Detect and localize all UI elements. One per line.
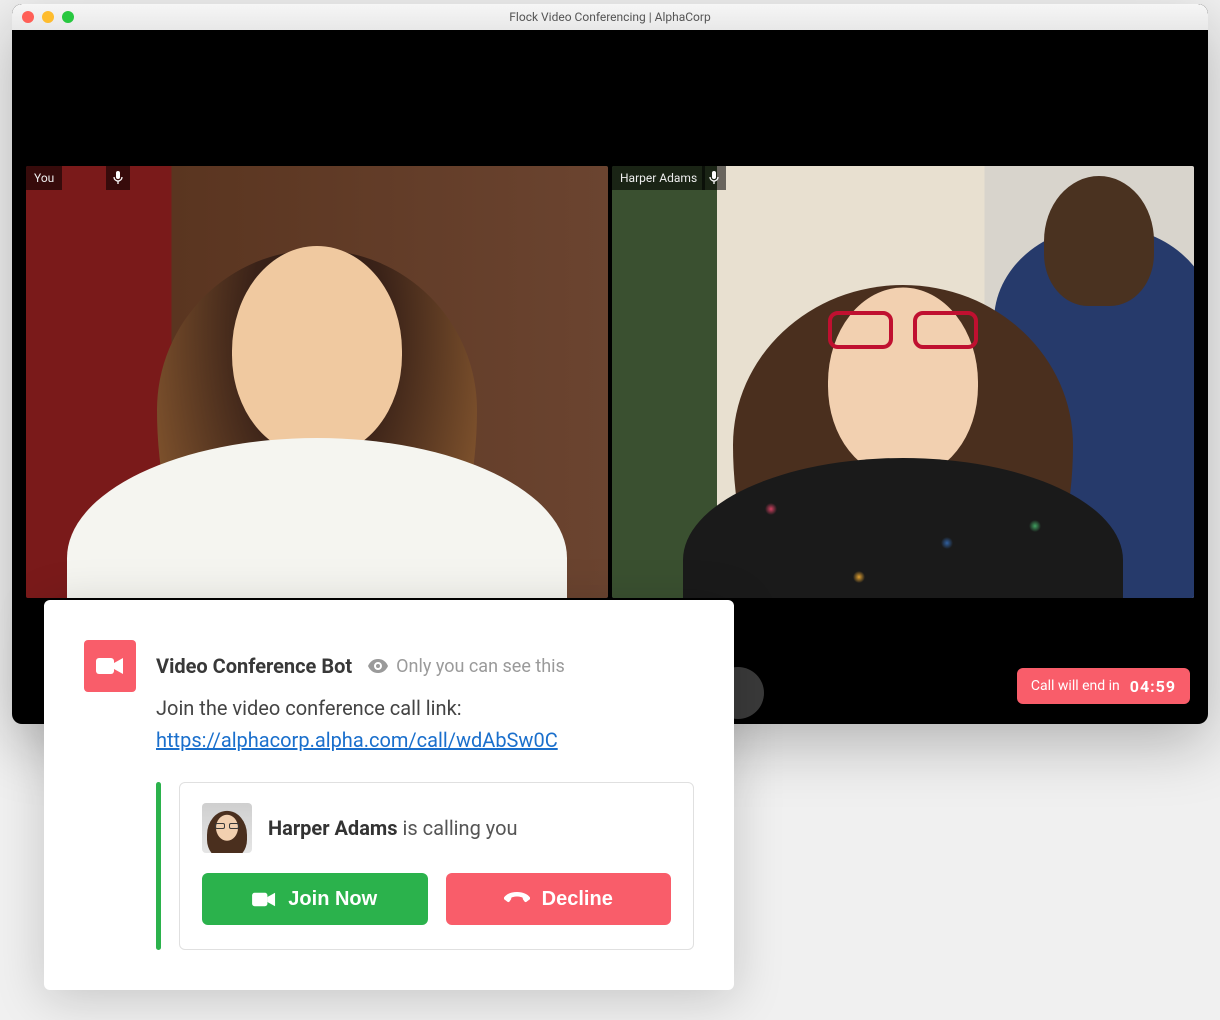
microphone-icon[interactable]: [106, 166, 130, 190]
eye-icon: [368, 659, 388, 673]
participant-name: You: [34, 171, 54, 185]
video-camera-icon: [84, 640, 136, 692]
call-link[interactable]: https://alphacorp.alpha.com/call/wdAbSw0…: [156, 728, 558, 752]
visibility-text: Only you can see this: [396, 656, 565, 677]
accent-bar: [156, 782, 161, 950]
microphone-icon[interactable]: [702, 166, 726, 190]
call-timer-badge: Call will end in 04:59: [1017, 668, 1190, 704]
window-title: Flock Video Conferencing | AlphaCorp: [12, 10, 1208, 24]
decline-button[interactable]: Decline: [446, 873, 672, 925]
caller-avatar: [202, 803, 252, 853]
participant-label: You: [26, 166, 62, 190]
call-timer-value: 04:59: [1130, 677, 1176, 696]
decline-button-label: Decline: [542, 888, 613, 911]
visibility-note: Only you can see this: [368, 656, 565, 677]
join-button-label: Join Now: [288, 888, 377, 911]
join-now-button[interactable]: Join Now: [202, 873, 428, 925]
bot-name: Video Conference Bot: [156, 654, 352, 678]
video-tile-self[interactable]: You: [26, 166, 608, 598]
call-timer-label: Call will end in: [1031, 678, 1120, 694]
participant-label: Harper Adams: [612, 166, 705, 190]
participant-name: Harper Adams: [620, 171, 697, 185]
incoming-call-popup: Video Conference Bot Only you can see th…: [44, 600, 734, 990]
video-camera-icon: [252, 891, 276, 908]
caller-name: Harper Adams: [268, 816, 398, 840]
phone-hangup-icon: [504, 892, 530, 906]
video-grid: You Harper Adams: [26, 166, 1194, 598]
caller-suffix: is calling you: [398, 816, 518, 840]
video-tile-harper-adams[interactable]: Harper Adams: [612, 166, 1194, 598]
titlebar: Flock Video Conferencing | AlphaCorp: [12, 4, 1208, 30]
popup-body-text: Join the video conference call link:: [156, 692, 694, 724]
incoming-call-card: Harper Adams is calling you Join Now Dec…: [179, 782, 694, 950]
